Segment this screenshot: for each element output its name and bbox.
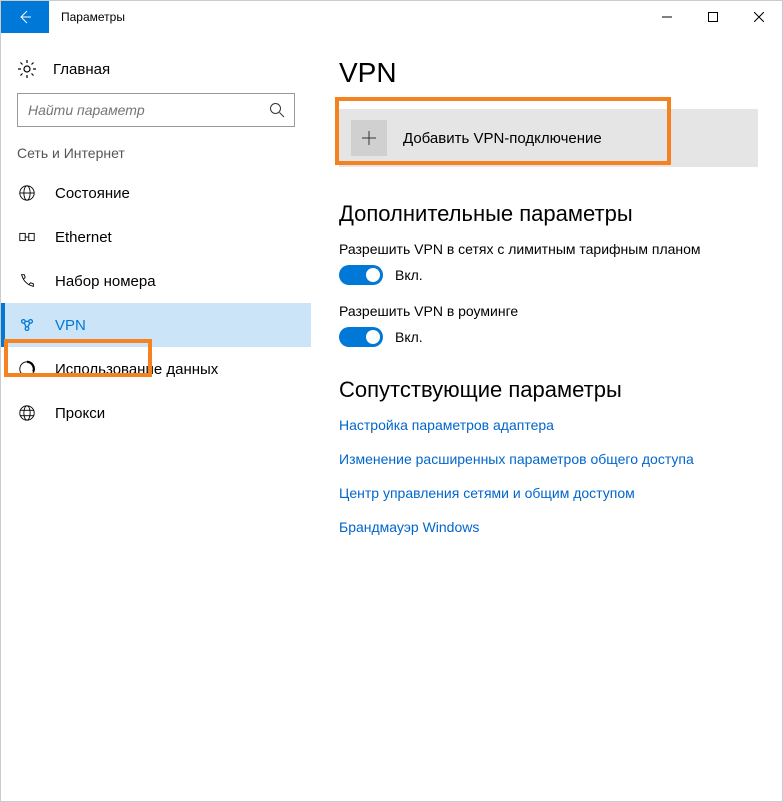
setting-label: Разрешить VPN в сетях с лимитным тарифны… (339, 241, 758, 257)
window-title: Параметры (49, 10, 644, 24)
sidebar-item-ethernet[interactable]: Ethernet (1, 215, 311, 259)
page-title: VPN (339, 57, 758, 89)
search-container (1, 89, 311, 127)
toggle-state: Вкл. (395, 329, 423, 345)
close-icon (754, 12, 764, 22)
sidebar-item-label: Состояние (55, 185, 130, 202)
main-panel: VPN Добавить VPN-подключение Дополнитель… (311, 33, 782, 801)
sidebar-item-label: Использование данных (55, 361, 218, 378)
data-usage-icon (17, 359, 37, 379)
add-vpn-label: Добавить VPN-подключение (403, 130, 602, 147)
link-sharing-settings[interactable]: Изменение расширенных параметров общего … (339, 451, 758, 467)
sidebar-item-label: Прокси (55, 405, 105, 422)
plus-icon (361, 130, 377, 146)
sidebar-item-dialup[interactable]: Набор номера (1, 259, 311, 303)
sidebar: Главная Сеть и Интернет Состояние (1, 33, 311, 801)
minimize-icon (662, 12, 672, 22)
plus-icon-box (351, 120, 387, 156)
sidebar-item-label: Ethernet (55, 229, 112, 246)
sidebar-item-proxy[interactable]: Прокси (1, 391, 311, 435)
add-vpn-button[interactable]: Добавить VPN-подключение (339, 109, 758, 167)
setting-label: Разрешить VPN в роуминге (339, 303, 758, 319)
ethernet-icon (17, 227, 37, 247)
maximize-button[interactable] (690, 1, 736, 33)
home-nav[interactable]: Главная (1, 49, 311, 89)
category-header: Сеть и Интернет (1, 127, 311, 171)
proxy-icon (17, 403, 37, 423)
toggle-state: Вкл. (395, 267, 423, 283)
sidebar-item-status[interactable]: Состояние (1, 171, 311, 215)
related-section: Сопутствующие параметры Настройка параме… (339, 377, 758, 535)
nav-list: Состояние Ethernet Набор номера VPN (1, 171, 311, 435)
advanced-heading: Дополнительные параметры (339, 201, 758, 227)
sidebar-item-label: VPN (55, 317, 86, 334)
sidebar-item-data-usage[interactable]: Использование данных (1, 347, 311, 391)
setting-vpn-metered: Разрешить VPN в сетях с лимитным тарифны… (339, 241, 758, 285)
minimize-button[interactable] (644, 1, 690, 33)
back-button[interactable] (1, 1, 49, 33)
window-controls (644, 1, 782, 33)
gear-icon (17, 59, 37, 79)
maximize-icon (708, 12, 718, 22)
toggle-vpn-metered[interactable] (339, 265, 383, 285)
titlebar: Параметры (1, 1, 782, 33)
related-heading: Сопутствующие параметры (339, 377, 758, 403)
home-label: Главная (53, 61, 110, 78)
search-icon (269, 102, 285, 118)
close-button[interactable] (736, 1, 782, 33)
search-input[interactable] (18, 102, 260, 118)
setting-vpn-roaming: Разрешить VPN в роуминге Вкл. (339, 303, 758, 347)
vpn-icon (17, 315, 37, 335)
link-network-center[interactable]: Центр управления сетями и общим доступом (339, 485, 758, 501)
sidebar-item-label: Набор номера (55, 273, 156, 290)
link-firewall[interactable]: Брандмауэр Windows (339, 519, 758, 535)
search-box[interactable] (17, 93, 295, 127)
sidebar-item-vpn[interactable]: VPN (1, 303, 311, 347)
toggle-vpn-roaming[interactable] (339, 327, 383, 347)
globe-icon (17, 183, 37, 203)
arrow-left-icon (17, 9, 33, 25)
phone-icon (17, 271, 37, 291)
link-adapter-settings[interactable]: Настройка параметров адаптера (339, 417, 758, 433)
search-button[interactable] (260, 94, 294, 126)
